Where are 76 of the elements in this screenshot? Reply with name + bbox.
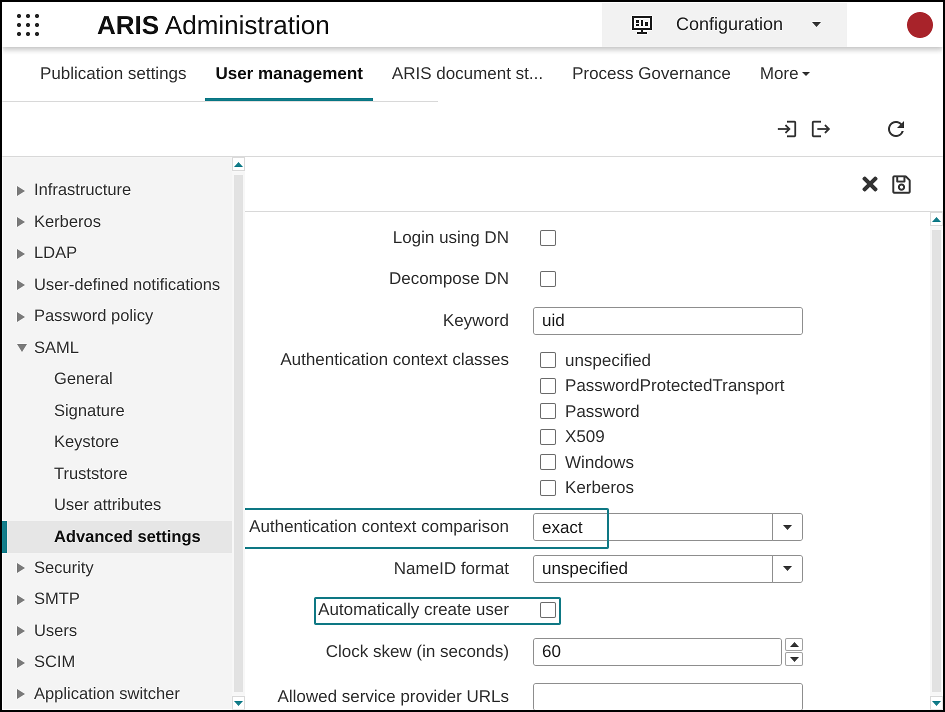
scroll-down-icon [234, 700, 243, 706]
sidebar-item[interactable]: User attributes [2, 490, 232, 522]
sidebar-item[interactable]: Keystore [2, 426, 232, 458]
checkbox[interactable] [540, 378, 556, 394]
option-label: Password [565, 400, 640, 422]
option-label: X509 [565, 426, 605, 448]
tab[interactable]: Publication settings [30, 47, 196, 101]
sidebar-item[interactable]: Infrastructure [2, 175, 232, 206]
sign-in-icon[interactable] [776, 118, 798, 140]
field-label: Allowed service provider URLs [278, 687, 509, 708]
text-field[interactable]: uid [533, 306, 803, 335]
select-field[interactable]: unspecified [533, 554, 803, 583]
field-label: Login using DN [392, 228, 509, 248]
field-label: NameID format [394, 558, 509, 579]
scroll-up-button[interactable] [930, 212, 943, 226]
caret-down-icon [783, 566, 792, 572]
decrement-button[interactable] [785, 652, 803, 666]
checkbox[interactable] [540, 352, 556, 368]
option-label: Windows [565, 452, 634, 474]
option-label: PasswordProtectedTransport [565, 375, 785, 397]
checkbox[interactable] [540, 480, 556, 496]
sidebar-item[interactable]: Signature [2, 395, 232, 427]
caret-down-icon [790, 656, 798, 662]
sidebar-item[interactable]: General [2, 364, 232, 396]
field-label: Authentication context classes [280, 349, 509, 372]
sidebar-item[interactable]: User-defined notifications [2, 269, 232, 301]
tab[interactable]: Process Governance [562, 47, 741, 101]
sidebar-item[interactable]: Advanced settings [2, 521, 232, 553]
field-label: Clock skew (in seconds) [326, 642, 509, 662]
sidebar-item[interactable]: SMTP [2, 584, 232, 616]
field-label: Decompose DN [389, 269, 509, 290]
scrollbar[interactable] [232, 157, 245, 710]
app-title: ARIS Administration [97, 12, 330, 38]
sidebar-item[interactable]: LDAP [2, 238, 232, 270]
app-grid-icon[interactable] [17, 14, 39, 36]
sign-out-icon[interactable] [810, 118, 832, 140]
scroll-down-icon [932, 700, 941, 706]
sidebar-item[interactable]: Users [2, 616, 232, 648]
sidebar-item[interactable]: SCIM [2, 647, 232, 678]
scrollbar[interactable] [930, 212, 943, 710]
user-avatar[interactable] [907, 12, 933, 38]
field-label: Authentication context comparison [249, 517, 509, 538]
sidebar-item[interactable]: Application switcher [2, 678, 232, 710]
field-label: Keyword [442, 310, 509, 331]
save-icon[interactable] [892, 174, 911, 194]
scroll-up-icon [234, 162, 243, 166]
scroll-up-button[interactable] [232, 157, 245, 171]
checkbox[interactable] [540, 454, 556, 470]
number-field[interactable]: 60 [533, 638, 782, 666]
option-label: unspecified [565, 350, 652, 372]
tab[interactable]: ARIS document st... [382, 47, 554, 101]
increment-button[interactable] [785, 638, 803, 652]
field-label: Automatically create user [318, 600, 509, 620]
sidebar-item[interactable]: Truststore [2, 458, 232, 490]
caret-down-icon [812, 22, 821, 27]
sidebar-item[interactable]: Password policy [2, 300, 232, 332]
select-field[interactable]: exact [533, 513, 803, 542]
caret-down-icon [802, 72, 810, 76]
tab[interactable]: More [750, 47, 820, 101]
sidebar-item[interactable]: SAML [2, 332, 232, 364]
monitor-icon [632, 16, 652, 34]
checkbox[interactable] [540, 602, 556, 618]
scroll-down-button[interactable] [232, 696, 245, 710]
caret-down-icon [783, 524, 792, 530]
caret-up-icon [790, 642, 798, 647]
checkbox[interactable] [540, 271, 556, 288]
text-field[interactable] [533, 683, 803, 710]
scroll-up-icon [932, 216, 941, 222]
sidebar-item[interactable]: Security [2, 552, 232, 584]
scroll-down-button[interactable] [930, 696, 943, 710]
option-label: Kerberos [565, 477, 634, 499]
sidebar-item[interactable]: Kerberos [2, 206, 232, 238]
checkbox[interactable] [540, 403, 556, 420]
configuration-dropdown[interactable]: Configuration [602, 2, 847, 47]
checkbox[interactable] [540, 230, 556, 246]
checkbox[interactable] [540, 428, 556, 445]
